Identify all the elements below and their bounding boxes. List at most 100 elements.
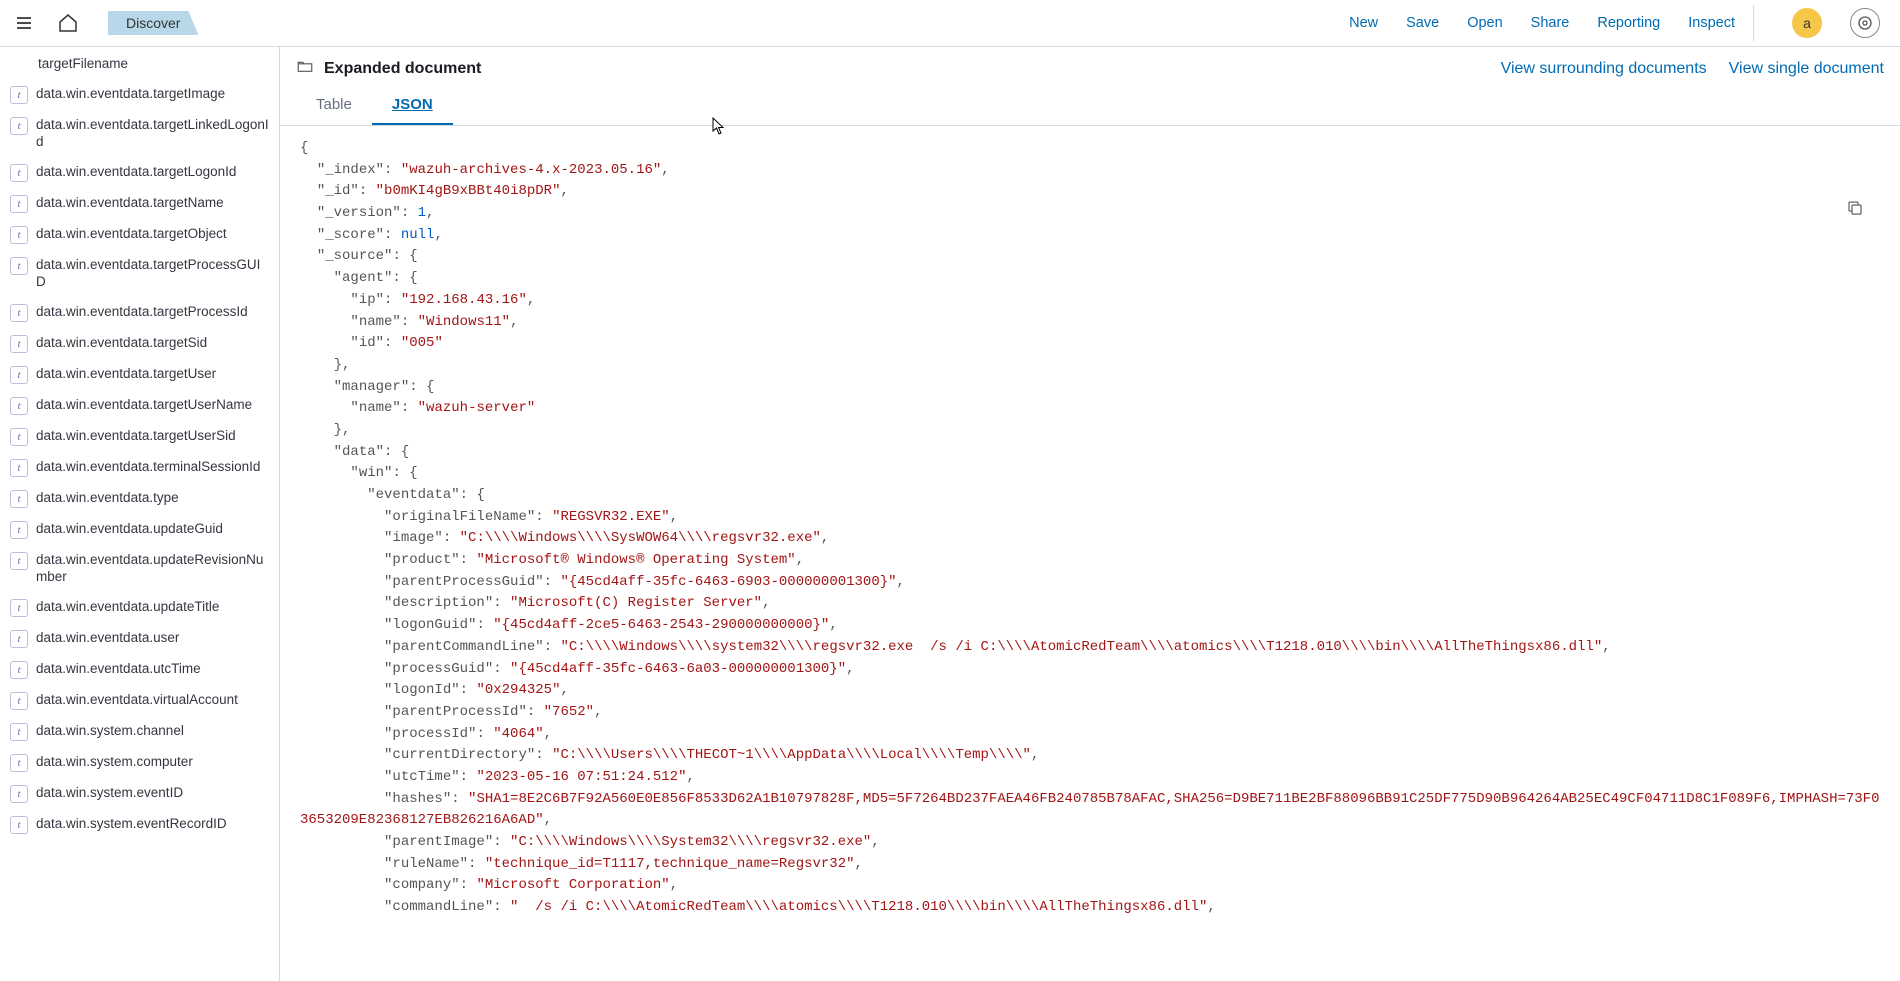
field-type-badge: t: [10, 723, 28, 741]
field-type-badge: t: [10, 117, 28, 135]
field-item[interactable]: t data.win.eventdata.targetProcessId: [4, 297, 275, 328]
document-header: Expanded document View surrounding docum…: [280, 47, 1900, 86]
field-type-badge: t: [10, 785, 28, 803]
field-item[interactable]: tdata.win.eventdata.targetLogonId: [4, 157, 275, 188]
field-item[interactable]: tdata.win.eventdata.targetObject: [4, 219, 275, 250]
field-item[interactable]: t data.win.eventdata.targetUserName: [4, 390, 275, 421]
view-single-link[interactable]: View single document: [1729, 60, 1884, 78]
json-line: "parentImage": "C:\\\\Windows\\\\System3…: [300, 832, 1880, 854]
json-line: "image": "C:\\\\Windows\\\\SysWOW64\\\\r…: [300, 528, 1880, 550]
field-type-badge: t: [10, 86, 28, 104]
json-line: "ruleName": "technique_id=T1117,techniqu…: [300, 854, 1880, 876]
tab-json[interactable]: JSON: [372, 86, 453, 125]
json-view[interactable]: { "_index": "wazuh-archives-4.x-2023.05.…: [280, 126, 1900, 981]
json-line: "data": {: [300, 442, 1880, 464]
json-line: "name": "wazuh-server": [300, 398, 1880, 420]
share-link[interactable]: Share: [1531, 15, 1570, 31]
field-item[interactable]: t data.win.system.eventRecordID: [4, 809, 275, 840]
field-name-label: data.win.eventdata.targetLogonId: [36, 163, 236, 181]
breadcrumb[interactable]: Discover: [108, 11, 198, 35]
inspect-link[interactable]: Inspect: [1688, 15, 1735, 31]
field-type-badge: t: [10, 226, 28, 244]
json-line: "agent": {: [300, 268, 1880, 290]
field-name-label: data.win.system.channel: [36, 722, 184, 740]
field-item[interactable]: tdata.win.eventdata.updateRevisionNumber: [4, 545, 275, 592]
document-title: Expanded document: [324, 60, 481, 78]
field-item[interactable]: tdata.win.system.eventID: [4, 778, 275, 809]
document-header-links: View surrounding documents View single d…: [1501, 60, 1884, 78]
field-type-badge: t: [10, 304, 28, 322]
json-line: "commandLine": " /s /i C:\\\\AtomicRedTe…: [300, 897, 1880, 919]
fields-sidebar[interactable]: targetFilenametdata.win.eventdata.target…: [0, 47, 280, 981]
json-line: "product": "Microsoft® Windows® Operatin…: [300, 550, 1880, 572]
help-icon[interactable]: [1850, 8, 1880, 38]
json-line: "ip": "192.168.43.16",: [300, 290, 1880, 312]
home-button[interactable]: [48, 3, 88, 43]
json-line: "name": "Windows11",: [300, 312, 1880, 334]
field-item[interactable]: tdata.win.eventdata.utcTime: [4, 654, 275, 685]
field-name-label: data.win.eventdata.targetUserSid: [36, 427, 236, 445]
reporting-link[interactable]: Reporting: [1597, 15, 1660, 31]
json-line: "hashes": "SHA1=8E2C6B7F92A560E0E856F853…: [300, 789, 1880, 832]
json-line: },: [300, 355, 1880, 377]
field-item[interactable]: tdata.win.eventdata.targetLinkedLogonId: [4, 110, 275, 157]
field-name-label: data.win.eventdata.targetProcessId: [36, 303, 248, 321]
field-item[interactable]: tdata.win.eventdata.targetProcessGUID: [4, 250, 275, 297]
field-item[interactable]: tdata.win.eventdata.updateGuid: [4, 514, 275, 545]
json-line: "description": "Microsoft(C) Register Se…: [300, 593, 1880, 615]
field-item[interactable]: tdata.win.eventdata.targetUser: [4, 359, 275, 390]
folder-open-icon: [296, 57, 314, 80]
tab-table[interactable]: Table: [296, 86, 372, 125]
json-line: "processGuid": "{45cd4aff-35fc-6463-6a03…: [300, 659, 1880, 681]
field-item[interactable]: tdata.win.eventdata.targetSid: [4, 328, 275, 359]
field-item[interactable]: tdata.win.eventdata.terminalSessionId: [4, 452, 275, 483]
field-name-label: data.win.eventdata.targetSid: [36, 334, 207, 352]
avatar[interactable]: a: [1792, 8, 1822, 38]
json-line: "_id": "b0mKI4gB9xBBt40i8pDR",: [300, 181, 1880, 203]
field-type-badge: t: [10, 599, 28, 617]
field-name-label: data.win.eventdata.type: [36, 489, 179, 507]
field-name-label: data.win.eventdata.targetUserName: [36, 396, 252, 414]
json-line: "processId": "4064",: [300, 724, 1880, 746]
field-item[interactable]: t data.win.eventdata.targetUserSid: [4, 421, 275, 452]
json-line: "eventdata": {: [300, 485, 1880, 507]
view-surrounding-link[interactable]: View surrounding documents: [1501, 60, 1707, 78]
field-item[interactable]: tdata.win.system.computer: [4, 747, 275, 778]
save-link[interactable]: Save: [1406, 15, 1439, 31]
field-name-label: data.win.eventdata.updateTitle: [36, 598, 219, 616]
field-name-label: data.win.eventdata.targetUser: [36, 365, 216, 383]
field-item[interactable]: tdata.win.eventdata.targetName: [4, 188, 275, 219]
json-line: "currentDirectory": "C:\\\\Users\\\\THEC…: [300, 745, 1880, 767]
header-separator: [1753, 5, 1754, 41]
field-type-badge: t: [10, 816, 28, 834]
field-item[interactable]: tdata.win.eventdata.type: [4, 483, 275, 514]
field-name-label: data.win.system.eventRecordID: [36, 815, 227, 833]
json-line: "parentCommandLine": "C:\\\\Windows\\\\s…: [300, 637, 1880, 659]
field-type-badge: t: [10, 257, 28, 275]
json-line: "win": {: [300, 463, 1880, 485]
header-right-group: New Save Open Share Reporting Inspect a: [1349, 5, 1892, 41]
json-line: "logonId": "0x294325",: [300, 680, 1880, 702]
json-line: },: [300, 420, 1880, 442]
field-type-badge: t: [10, 552, 28, 570]
json-line: "_score": null,: [300, 225, 1880, 247]
json-line: "id": "005": [300, 333, 1880, 355]
field-item[interactable]: tdata.win.eventdata.user: [4, 623, 275, 654]
field-type-badge: t: [10, 397, 28, 415]
document-title-group: Expanded document: [296, 57, 481, 80]
field-type-badge: t: [10, 428, 28, 446]
field-item[interactable]: targetFilename: [4, 49, 275, 79]
field-item[interactable]: tdata.win.eventdata.virtualAccount: [4, 685, 275, 716]
hamburger-menu-button[interactable]: [8, 7, 40, 39]
field-name-label: data.win.eventdata.targetName: [36, 194, 224, 212]
field-type-badge: t: [10, 661, 28, 679]
json-line: {: [300, 138, 1880, 160]
app-header: Discover New Save Open Share Reporting I…: [0, 0, 1900, 47]
field-type-badge: t: [10, 459, 28, 477]
new-link[interactable]: New: [1349, 15, 1378, 31]
field-item[interactable]: t data.win.system.channel: [4, 716, 275, 747]
field-item[interactable]: t data.win.eventdata.updateTitle: [4, 592, 275, 623]
open-link[interactable]: Open: [1467, 15, 1502, 31]
main-area: targetFilenametdata.win.eventdata.target…: [0, 47, 1900, 981]
field-item[interactable]: tdata.win.eventdata.targetImage: [4, 79, 275, 110]
